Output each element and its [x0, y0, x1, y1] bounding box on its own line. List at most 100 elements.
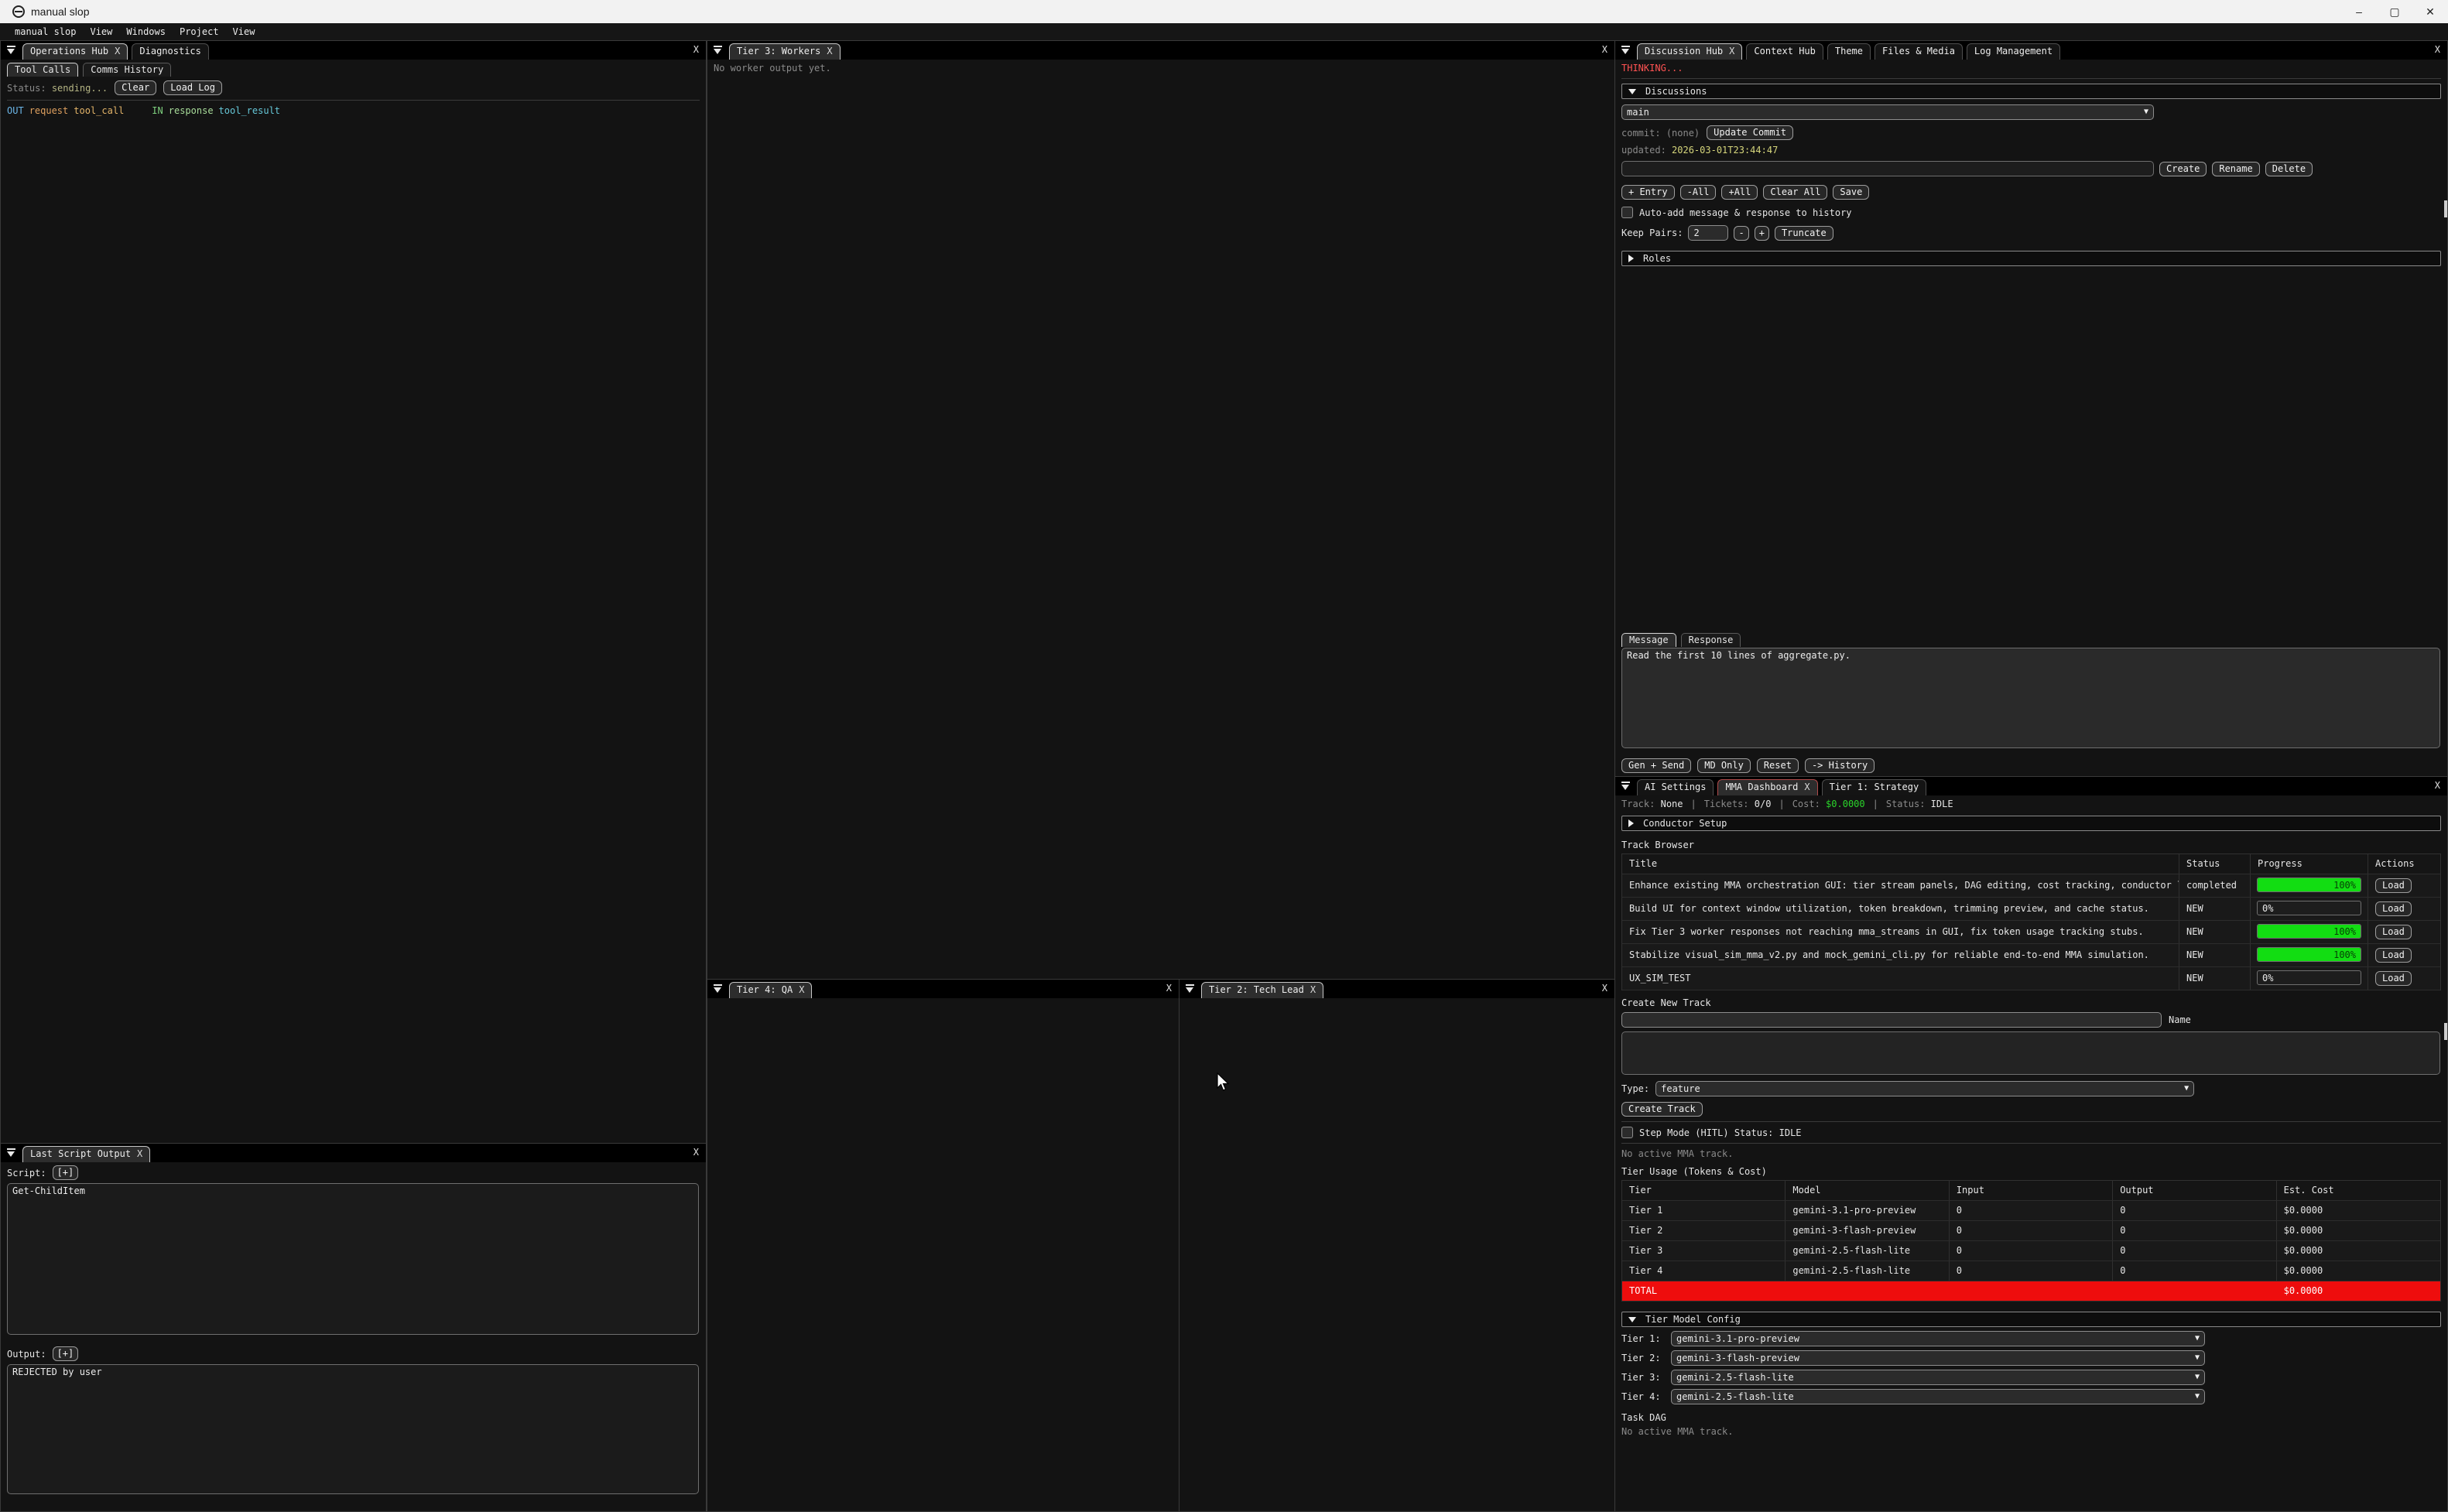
- discussion-select[interactable]: main ▼: [1621, 104, 2154, 120]
- clear-all-button[interactable]: Clear All: [1763, 185, 1827, 200]
- tier1-model-label: Tier 1:: [1621, 1333, 1665, 1344]
- table-row[interactable]: Enhance existing MMA orchestration GUI: …: [1622, 874, 2440, 898]
- track-type-select[interactable]: feature ▼: [1655, 1081, 2194, 1096]
- tab-mma-dashboard[interactable]: MMA Dashboard X: [1717, 779, 1817, 795]
- table-row[interactable]: Fix Tier 3 worker responses not reaching…: [1622, 921, 2440, 944]
- tab-operations-hub[interactable]: Operations Hub X: [22, 43, 128, 60]
- scrollbar-thumb[interactable]: [2444, 1023, 2447, 1040]
- panel-close-icon[interactable]: X: [2435, 44, 2440, 55]
- tab-tier2-tech-lead[interactable]: Tier 2: Tech Lead X: [1201, 982, 1323, 998]
- discussions-section-header[interactable]: Discussions: [1621, 84, 2441, 99]
- load-track-button[interactable]: Load: [2375, 925, 2412, 939]
- tab-last-script-output[interactable]: Last Script Output X: [22, 1146, 150, 1162]
- output-textarea[interactable]: REJECTED by user: [7, 1364, 699, 1494]
- load-track-button[interactable]: Load: [2375, 971, 2412, 986]
- add-entry-button[interactable]: + Entry: [1621, 185, 1675, 200]
- keep-pairs-decrement-button[interactable]: -: [1734, 226, 1748, 241]
- minimize-button[interactable]: –: [2341, 0, 2377, 23]
- script-textarea[interactable]: Get-ChildItem: [7, 1183, 699, 1335]
- menu-view[interactable]: View: [83, 26, 119, 37]
- tab-close-icon[interactable]: X: [1804, 780, 1809, 795]
- conductor-setup-section-header[interactable]: Conductor Setup: [1621, 816, 2441, 831]
- scrollbar-thumb[interactable]: [2444, 200, 2447, 217]
- dock-menu-icon[interactable]: [713, 983, 723, 994]
- message-textarea[interactable]: Read the first 10 lines of aggregate.py.: [1621, 648, 2440, 748]
- minus-all-button[interactable]: -All: [1680, 185, 1717, 200]
- create-track-button[interactable]: Create Track: [1621, 1102, 1703, 1117]
- delete-discussion-button[interactable]: Delete: [2265, 162, 2313, 176]
- tab-close-icon[interactable]: X: [827, 44, 832, 60]
- tab-diagnostics[interactable]: Diagnostics: [132, 43, 208, 60]
- step-mode-checkbox[interactable]: [1621, 1127, 1633, 1138]
- menu-manual-slop[interactable]: manual slop: [8, 26, 83, 37]
- dock-menu-icon[interactable]: [6, 45, 16, 55]
- tab-tier4-qa[interactable]: Tier 4: QA X: [729, 982, 812, 998]
- load-track-button[interactable]: Load: [2375, 878, 2412, 893]
- update-commit-button[interactable]: Update Commit: [1707, 125, 1793, 140]
- close-button[interactable]: ✕: [2412, 0, 2448, 23]
- tier3-model-select[interactable]: gemini-2.5-flash-lite ▼: [1671, 1370, 2205, 1385]
- load-track-button[interactable]: Load: [2375, 948, 2412, 963]
- md-only-button[interactable]: MD Only: [1697, 758, 1751, 773]
- tab-close-icon[interactable]: X: [799, 983, 804, 998]
- truncate-button[interactable]: Truncate: [1775, 226, 1833, 241]
- track-description-textarea[interactable]: [1621, 1031, 2440, 1075]
- dock-menu-icon[interactable]: [6, 1148, 16, 1158]
- panel-close-icon[interactable]: X: [1166, 983, 1172, 994]
- tier4-model-select[interactable]: gemini-2.5-flash-lite ▼: [1671, 1389, 2205, 1404]
- keep-pairs-increment-button[interactable]: +: [1755, 226, 1769, 241]
- tab-files-media[interactable]: Files & Media: [1875, 43, 1963, 60]
- tab-close-icon[interactable]: X: [115, 44, 120, 60]
- panel-close-icon[interactable]: X: [1602, 44, 1607, 55]
- tab-context-hub[interactable]: Context Hub: [1746, 43, 1823, 60]
- tab-tier3-workers[interactable]: Tier 3: Workers X: [729, 43, 841, 60]
- tab-theme[interactable]: Theme: [1827, 43, 1871, 60]
- save-button[interactable]: Save: [1833, 185, 1869, 200]
- tab-log-management[interactable]: Log Management: [1967, 43, 2060, 60]
- dock-menu-icon[interactable]: [1621, 45, 1631, 55]
- keep-pairs-input[interactable]: [1688, 225, 1728, 241]
- tab-discussion-hub[interactable]: Discussion Hub X: [1637, 43, 1742, 60]
- rename-discussion-button[interactable]: Rename: [2212, 162, 2259, 176]
- reset-button[interactable]: Reset: [1757, 758, 1799, 773]
- discussion-name-input[interactable]: [1621, 161, 2154, 176]
- panel-close-icon[interactable]: X: [1602, 983, 1607, 994]
- roles-section-header[interactable]: Roles: [1621, 251, 2441, 266]
- clear-button[interactable]: Clear: [115, 80, 156, 95]
- load-log-button[interactable]: Load Log: [163, 80, 222, 95]
- dock-menu-icon[interactable]: [1621, 781, 1631, 791]
- tab-close-icon[interactable]: X: [1729, 44, 1734, 60]
- to-history-button[interactable]: -> History: [1805, 758, 1875, 773]
- maximize-button[interactable]: ▢: [2377, 0, 2412, 23]
- panel-close-icon[interactable]: X: [693, 1147, 699, 1158]
- tab-tier1-strategy[interactable]: Tier 1: Strategy: [1822, 779, 1927, 795]
- subtab-message[interactable]: Message: [1621, 633, 1676, 647]
- subtab-response[interactable]: Response: [1681, 633, 1741, 647]
- autoadd-checkbox[interactable]: [1621, 207, 1633, 218]
- dock-menu-icon[interactable]: [713, 45, 723, 55]
- panel-close-icon[interactable]: X: [2435, 780, 2440, 791]
- script-expand-button[interactable]: [+]: [53, 1165, 79, 1180]
- panel-close-icon[interactable]: X: [693, 44, 699, 55]
- menu-windows[interactable]: Windows: [119, 26, 173, 37]
- load-track-button[interactable]: Load: [2375, 901, 2412, 916]
- table-row[interactable]: Stabilize visual_sim_mma_v2.py and mock_…: [1622, 944, 2440, 967]
- create-discussion-button[interactable]: Create: [2159, 162, 2207, 176]
- tier-model-config-section-header[interactable]: Tier Model Config: [1621, 1312, 2441, 1327]
- plus-all-button[interactable]: +All: [1721, 185, 1758, 200]
- menu-view-2[interactable]: View: [226, 26, 262, 37]
- tab-close-icon[interactable]: X: [1310, 983, 1316, 998]
- tab-ai-settings[interactable]: AI Settings: [1637, 779, 1714, 795]
- subtab-comms-history[interactable]: Comms History: [83, 63, 171, 77]
- tab-close-icon[interactable]: X: [137, 1147, 142, 1162]
- output-expand-button[interactable]: [+]: [53, 1346, 79, 1361]
- tier1-model-select[interactable]: gemini-3.1-pro-preview ▼: [1671, 1331, 2205, 1346]
- gen-send-button[interactable]: Gen + Send: [1621, 758, 1691, 773]
- subtab-tool-calls[interactable]: Tool Calls: [7, 63, 78, 77]
- table-row[interactable]: UX_SIM_TEST NEW 0% Load: [1622, 967, 2440, 990]
- menu-project[interactable]: Project: [173, 26, 226, 37]
- tier2-model-select[interactable]: gemini-3-flash-preview ▼: [1671, 1350, 2205, 1366]
- track-name-input[interactable]: [1621, 1012, 2162, 1028]
- dock-menu-icon[interactable]: [1185, 983, 1195, 994]
- table-row[interactable]: Build UI for context window utilization,…: [1622, 898, 2440, 921]
